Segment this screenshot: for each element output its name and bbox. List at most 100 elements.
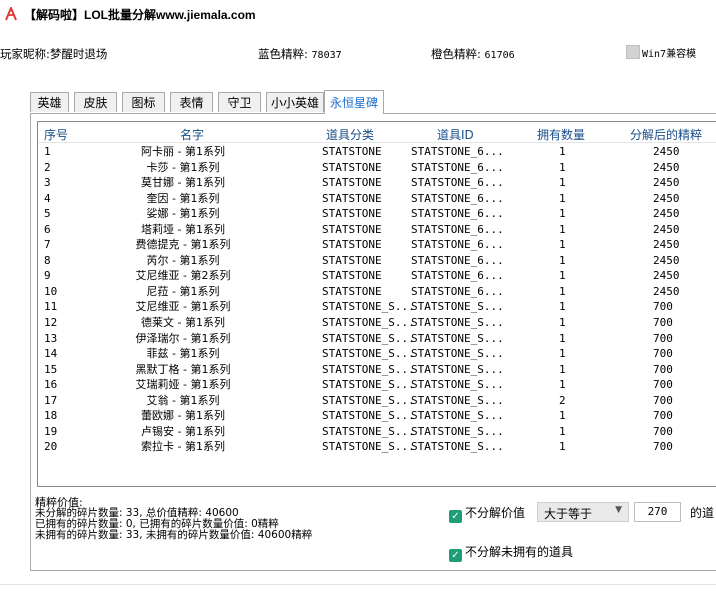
cell-essence-value: 2450 xyxy=(653,176,680,190)
cell-owned-count: 1 xyxy=(559,378,566,392)
cell-item-id: STATSTONE_6... xyxy=(411,176,504,190)
col-header-category[interactable]: 道具分类 xyxy=(326,126,374,143)
no-decompose-unowned-checkbox[interactable]: ✓ 不分解未拥有的道具 xyxy=(449,543,573,562)
cell-essence-value: 700 xyxy=(653,409,673,423)
tab-little-legends[interactable]: 小小英雄 xyxy=(266,92,324,112)
table-row[interactable]: 4 奎因 - 第1系列 STATSTONE STATSTONE_6... 1 2450 xyxy=(38,191,716,207)
cell-index: 17 xyxy=(44,393,58,407)
table-row[interactable]: 14 菲兹 - 第1系列 STATSTONE_S... STATSTONE_S... 1… xyxy=(38,346,716,362)
cell-category: STATSTONE_S... xyxy=(322,300,415,314)
title-bar: 【解码啦】LOL批量分解www.jiemala.com xyxy=(0,0,716,30)
col-header-index[interactable]: 序号 xyxy=(44,126,68,143)
checkmark-icon: ✓ xyxy=(449,549,462,562)
table-row[interactable]: 9 艾尼维亚 - 第2系列 STATSTONE STATSTONE_6... 1 2450 xyxy=(38,268,716,284)
cell-category: STATSTONE_S... xyxy=(322,440,415,454)
cell-category: STATSTONE xyxy=(322,191,382,205)
cell-owned-count: 1 xyxy=(559,284,566,298)
tab-wards[interactable]: 守卫 xyxy=(218,92,261,112)
table-row[interactable]: 10 尼菈 - 第1系列 STATSTONE STATSTONE_6... 1 2450 xyxy=(38,284,716,300)
tab-skins[interactable]: 皮肤 xyxy=(74,92,117,112)
cell-owned-count: 1 xyxy=(559,424,566,438)
table-row[interactable]: 19 卢锡安 - 第1系列 STATSTONE_S... STATSTONE_S...… xyxy=(38,424,716,440)
tab-emotes[interactable]: 表情 xyxy=(170,92,213,112)
tab-icons[interactable]: 图标 xyxy=(122,92,165,112)
cell-item-id: STATSTONE_S... xyxy=(411,378,504,392)
table-row[interactable]: 17 艾翁 - 第1系列 STATSTONE_S... STATSTONE_S... 2… xyxy=(38,393,716,409)
table-row[interactable]: 15 黑默丁格 - 第1系列 STATSTONE_S... STATSTONE_S..… xyxy=(38,362,716,378)
table-row[interactable]: 6 塔莉垭 - 第1系列 STATSTONE STATSTONE_6... 1 2450 xyxy=(38,222,716,238)
table-row[interactable]: 7 费德提克 - 第1系列 STATSTONE STATSTONE_6... 1 2450 xyxy=(38,237,716,253)
items-list[interactable]: 序号 名字 道具分类 道具ID 拥有数量 分解后的精粹 1 阿卡丽 - 第1系列 S… xyxy=(37,121,716,487)
cell-owned-count: 1 xyxy=(559,362,566,376)
cell-item-id: STATSTONE_S... xyxy=(411,409,504,423)
cell-index: 10 xyxy=(44,284,58,298)
cell-name: 艾尼维亚 - 第1系列 xyxy=(135,300,231,314)
cell-name: 塔莉垭 - 第1系列 xyxy=(141,222,225,236)
cell-index: 11 xyxy=(44,300,58,314)
threshold-suffix: 的道 xyxy=(690,506,715,520)
summary-line-unowned: 未拥有的碎片数量: 33, 未拥有的碎片数量价值: 40600精粹 xyxy=(35,529,313,541)
cell-owned-count: 2 xyxy=(559,393,566,407)
cell-owned-count: 1 xyxy=(559,269,566,283)
blue-essence: 蓝色精粹: 78037 xyxy=(258,46,342,62)
table-row[interactable]: 8 芮尔 - 第1系列 STATSTONE STATSTONE_6... 1 2450 xyxy=(38,253,716,269)
table-row[interactable]: 1 阿卡丽 - 第1系列 STATSTONE STATSTONE_6... 1 2450 xyxy=(38,144,716,160)
cell-essence-value: 2450 xyxy=(653,269,680,283)
cell-index: 13 xyxy=(44,331,58,345)
cell-index: 6 xyxy=(44,222,51,236)
cell-item-id: STATSTONE_6... xyxy=(411,207,504,221)
cell-category: STATSTONE xyxy=(322,284,382,298)
cell-index: 8 xyxy=(44,253,51,267)
cell-category: STATSTONE_S... xyxy=(322,378,415,392)
orange-essence-value: 61706 xyxy=(484,50,515,61)
table-row[interactable]: 11 艾尼维亚 - 第1系列 STATSTONE_S... STATSTONE_S..… xyxy=(38,299,716,315)
cell-name: 莫甘娜 - 第1系列 xyxy=(141,176,225,190)
cell-index: 20 xyxy=(44,440,58,454)
cell-name: 艾翁 - 第1系列 xyxy=(146,393,220,407)
tab-eternals[interactable]: 永恒星碑 xyxy=(324,90,384,114)
col-header-owned-count[interactable]: 拥有数量 xyxy=(537,126,585,143)
cell-essence-value: 2450 xyxy=(653,284,680,298)
table-row[interactable]: 2 卡莎 - 第1系列 STATSTONE STATSTONE_6... 1 2450 xyxy=(38,160,716,176)
no-decompose-value-checkbox[interactable]: ✓ 不分解价值 xyxy=(449,504,525,523)
cell-index: 12 xyxy=(44,316,58,330)
cell-item-id: STATSTONE_6... xyxy=(411,269,504,283)
comparator-select[interactable]: 大于等于 ▼ xyxy=(537,502,629,522)
table-row[interactable]: 16 艾瑞莉娅 - 第1系列 STATSTONE_S... STATSTONE_S..… xyxy=(38,377,716,393)
col-header-name[interactable]: 名字 xyxy=(180,126,204,143)
table-row[interactable]: 18 蕾欧娜 - 第1系列 STATSTONE_S... STATSTONE_S...… xyxy=(38,408,716,424)
col-header-item-id[interactable]: 道具ID xyxy=(437,126,474,143)
cell-name: 娑娜 - 第1系列 xyxy=(146,207,220,221)
table-row[interactable]: 13 伊泽瑞尔 - 第1系列 STATSTONE_S... STATSTONE_S..… xyxy=(38,331,716,347)
cell-index: 7 xyxy=(44,238,51,252)
cell-index: 3 xyxy=(44,176,51,190)
cell-item-id: STATSTONE_6... xyxy=(411,222,504,236)
cell-index: 15 xyxy=(44,362,58,376)
blue-essence-value: 78037 xyxy=(311,50,342,61)
cell-name: 索拉卡 - 第1系列 xyxy=(141,440,225,454)
table-row[interactable]: 20 索拉卡 - 第1系列 STATSTONE_S... STATSTONE_S...… xyxy=(38,439,716,455)
threshold-input[interactable]: 270 xyxy=(634,502,681,522)
comparator-value: 大于等于 xyxy=(544,507,593,521)
cell-essence-value: 700 xyxy=(653,347,673,361)
col-header-essence-value[interactable]: 分解后的精粹 xyxy=(630,126,702,143)
cell-name: 艾瑞莉娅 - 第1系列 xyxy=(135,378,231,392)
cell-index: 2 xyxy=(44,160,51,174)
cell-category: STATSTONE xyxy=(322,160,382,174)
cell-item-id: STATSTONE_6... xyxy=(411,284,504,298)
table-row[interactable]: 5 娑娜 - 第1系列 STATSTONE STATSTONE_6... 1 2450 xyxy=(38,206,716,222)
win7-compat-checkbox[interactable]: Win7兼容模 xyxy=(626,45,696,60)
tab-heroes[interactable]: 英雄 xyxy=(30,92,69,112)
player-name-value: 梦醒时退场 xyxy=(49,47,108,61)
table-row[interactable]: 3 莫甘娜 - 第1系列 STATSTONE STATSTONE_6... 1 2450 xyxy=(38,175,716,191)
cell-name: 伊泽瑞尔 - 第1系列 xyxy=(135,331,231,345)
cell-essence-value: 700 xyxy=(653,331,673,345)
cell-category: STATSTONE xyxy=(322,207,382,221)
cell-item-id: STATSTONE_S... xyxy=(411,331,504,345)
cell-category: STATSTONE xyxy=(322,238,382,252)
cell-owned-count: 1 xyxy=(559,347,566,361)
table-row[interactable]: 12 德莱文 - 第1系列 STATSTONE_S... STATSTONE_S...… xyxy=(38,315,716,331)
cell-essence-value: 2450 xyxy=(653,238,680,252)
cell-name: 奎因 - 第1系列 xyxy=(146,191,220,205)
cell-name: 蕾欧娜 - 第1系列 xyxy=(141,409,225,423)
